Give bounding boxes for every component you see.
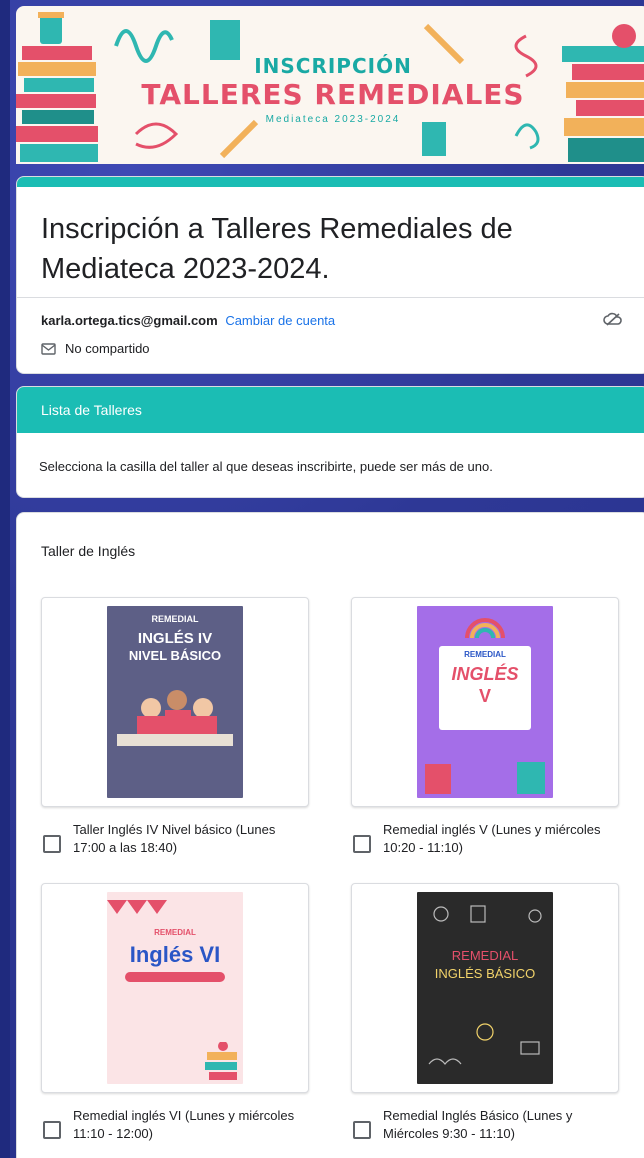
poster-books bbox=[425, 762, 545, 794]
option-checkbox[interactable] bbox=[43, 1121, 61, 1139]
left-rail bbox=[0, 0, 10, 1158]
option-checkbox[interactable] bbox=[43, 835, 61, 853]
question-title: Taller de Inglés bbox=[41, 543, 136, 559]
poster-ingles-iv: REMEDIAL INGLÉS IV NIVEL BÁSICO bbox=[107, 606, 243, 798]
poster-main: INGLÉS bbox=[451, 664, 519, 684]
poster-main: Inglés VI bbox=[129, 942, 221, 967]
share-status-label: No compartido bbox=[65, 341, 150, 356]
option-ingles-iv[interactable]: REMEDIAL INGLÉS IV NIVEL BÁSICO Taller I… bbox=[41, 597, 309, 857]
poster-ingles-vi: REMEDIAL Inglés VI bbox=[107, 892, 243, 1084]
account-email: karla.ortega.tics@gmail.com bbox=[41, 313, 218, 328]
option-image-frame: REMEDIAL Inglés VI bbox=[41, 883, 309, 1093]
option-checkbox[interactable] bbox=[353, 835, 371, 853]
poster-tag: REMEDIAL bbox=[464, 650, 506, 659]
poster-sub: NIVEL BÁSICO bbox=[128, 648, 222, 663]
option-row[interactable]: Remedial inglés VI (Lunes y miércoles 11… bbox=[41, 1107, 309, 1143]
header-banner: INSCRIPCIÓN TALLERES REMEDIALES Mediatec… bbox=[16, 6, 644, 164]
cloud-saved-icon[interactable] bbox=[603, 311, 623, 327]
poster-ingles-v: REMEDIAL INGLÉS V bbox=[417, 606, 553, 798]
section-title: Lista de Talleres bbox=[17, 387, 644, 433]
option-label[interactable]: Remedial inglés V (Lunes y miércoles 10:… bbox=[383, 821, 619, 857]
title-accent-bar bbox=[17, 177, 644, 187]
account-info: karla.ortega.tics@gmail.com Cambiar de c… bbox=[41, 313, 335, 328]
option-row[interactable]: Remedial Inglés Básico (Lunes y Miércole… bbox=[351, 1107, 619, 1143]
banner-title-line1: INSCRIPCIÓN bbox=[254, 54, 412, 78]
poster-tag: REMEDIAL bbox=[151, 614, 199, 624]
banner-subtitle: Mediateca 2023-2024 bbox=[265, 114, 401, 125]
option-label[interactable]: Remedial Inglés Básico (Lunes y Miércole… bbox=[383, 1107, 619, 1143]
question-card: Taller de Inglés REMEDIAL INGLÉS IV NIVE… bbox=[16, 512, 644, 1158]
share-status: No compartido bbox=[41, 341, 150, 356]
form-title: Inscripción a Talleres Remediales de Med… bbox=[41, 213, 513, 285]
switch-account-link[interactable]: Cambiar de cuenta bbox=[225, 313, 335, 328]
form-sheet: INSCRIPCIÓN TALLERES REMEDIALES Mediatec… bbox=[10, 0, 644, 1158]
form-title-card: Inscripción a Talleres Remediales de Med… bbox=[16, 176, 644, 374]
option-ingles-vi[interactable]: REMEDIAL Inglés VI Remedial inglés VI (L… bbox=[41, 883, 309, 1143]
poster-tag: REMEDIAL bbox=[154, 928, 196, 937]
option-image-frame: REMEDIAL INGLÉS BÁSICO bbox=[351, 883, 619, 1093]
title-divider bbox=[17, 297, 644, 298]
poster-books bbox=[205, 1042, 237, 1080]
poster-main: INGLÉS IV bbox=[137, 630, 213, 647]
section-card: Lista de Talleres Selecciona la casilla … bbox=[16, 386, 644, 498]
poster-sub: V bbox=[478, 686, 491, 706]
not-shared-icon bbox=[41, 342, 56, 355]
option-checkbox[interactable] bbox=[353, 1121, 371, 1139]
option-image-frame: REMEDIAL INGLÉS IV NIVEL BÁSICO bbox=[41, 597, 309, 807]
poster-chalk-doodles bbox=[428, 905, 542, 1065]
option-label[interactable]: Taller Inglés IV Nivel básico (Lunes 17:… bbox=[73, 821, 309, 857]
option-row[interactable]: Taller Inglés IV Nivel básico (Lunes 17:… bbox=[41, 821, 309, 857]
option-ingles-basico[interactable]: REMEDIAL INGLÉS BÁSICO Remedial Inglés B… bbox=[351, 883, 619, 1143]
banner-title-line2: TALLERES REMEDIALES bbox=[141, 78, 525, 111]
poster-bunting bbox=[107, 900, 167, 914]
option-label[interactable]: Remedial inglés VI (Lunes y miércoles 11… bbox=[73, 1107, 309, 1143]
section-description: Selecciona la casilla del taller al que … bbox=[39, 459, 493, 474]
poster-illustration bbox=[117, 690, 233, 746]
option-image-frame: REMEDIAL INGLÉS V bbox=[351, 597, 619, 807]
poster-rainbow bbox=[465, 618, 505, 639]
option-row[interactable]: Remedial inglés V (Lunes y miércoles 10:… bbox=[351, 821, 619, 857]
option-ingles-v[interactable]: REMEDIAL INGLÉS V Remedial inglés V (Lun… bbox=[351, 597, 619, 857]
poster-ingles-basico: REMEDIAL INGLÉS BÁSICO bbox=[417, 892, 553, 1084]
poster-ribbon bbox=[125, 972, 225, 982]
